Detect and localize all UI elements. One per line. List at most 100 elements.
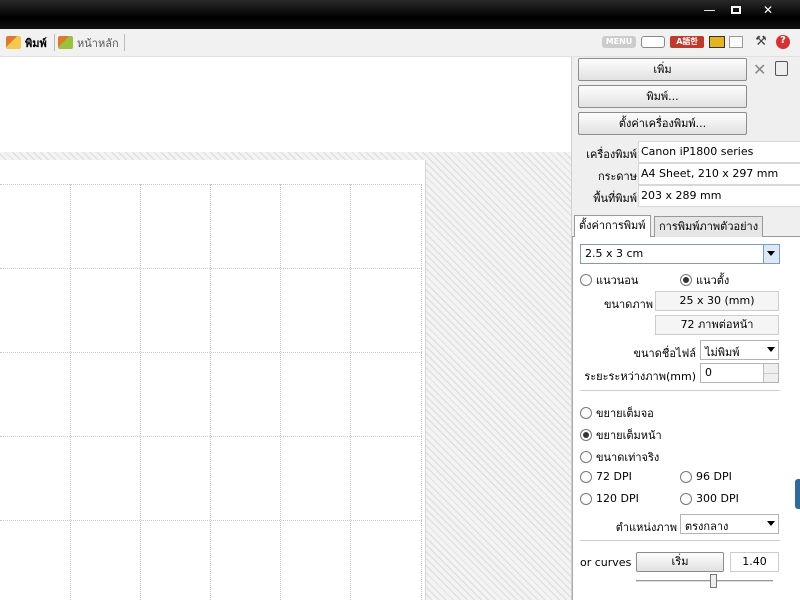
landscape-label: แนวนอน bbox=[596, 274, 639, 287]
curves-label: or curves bbox=[580, 556, 632, 569]
add-button[interactable]: เพิ่ม bbox=[578, 58, 747, 81]
fit-page-radio[interactable]: ขยายเต็มหน้า bbox=[580, 426, 662, 444]
chevron-down-icon bbox=[767, 347, 775, 352]
printer-icon bbox=[6, 36, 21, 49]
radio-dot bbox=[580, 451, 592, 463]
grid-line bbox=[0, 436, 422, 437]
dpi-120-radio[interactable]: 120 DPI bbox=[580, 492, 639, 505]
spacing-value: 0 bbox=[705, 366, 712, 379]
help-icon[interactable]: ? bbox=[776, 35, 790, 49]
filename-size-label: ขนาดชื่อไฟล์ bbox=[633, 347, 697, 360]
dropdown-button[interactable] bbox=[763, 245, 779, 263]
portrait-radio[interactable]: แนวตั้ง bbox=[680, 271, 729, 289]
spacing-label: ระยะระหว่างภาพ(mm) bbox=[584, 370, 696, 383]
printer-row: เครื่องพิมพ์ Canon iP1800 series bbox=[572, 141, 800, 163]
print-button[interactable]: พิมพ์... bbox=[578, 85, 747, 108]
tab-home-label: หน้าหลัก bbox=[77, 36, 119, 50]
fit-screen-radio[interactable]: ขยายเต็มจอ bbox=[580, 404, 654, 422]
grid-line bbox=[280, 184, 281, 600]
tab-print-settings[interactable]: ตั้งค่าการพิมพ์ bbox=[574, 215, 651, 237]
paper-row: กระดาษ A4 Sheet, 210 x 297 mm bbox=[572, 163, 800, 185]
dpi-96-radio[interactable]: 96 DPI bbox=[680, 470, 732, 483]
toolbar: พิมพ์ หน้าหลัก MENU A語한 ⚒ ? bbox=[0, 29, 800, 57]
tab-divider bbox=[124, 34, 125, 51]
grid-line bbox=[210, 184, 211, 600]
tab-print[interactable]: พิมพ์ bbox=[6, 33, 47, 52]
dpi-72-radio[interactable]: 72 DPI bbox=[580, 470, 632, 483]
slideshow-icon[interactable] bbox=[709, 36, 725, 48]
restore-icon bbox=[731, 6, 741, 14]
tab-home[interactable]: หน้าหลัก bbox=[58, 33, 119, 52]
paper-label: กระดาษ bbox=[597, 170, 637, 183]
dpi-72-label: 72 DPI bbox=[596, 470, 632, 483]
radio-dot-selected bbox=[680, 274, 692, 286]
window-toggle-button[interactable] bbox=[641, 36, 665, 48]
printer-label: เครื่องพิมพ์ bbox=[586, 148, 637, 161]
radio-dot bbox=[680, 492, 692, 505]
printer-setup-button[interactable]: ตั้งค่าเครื่องพิมพ์... bbox=[578, 112, 747, 135]
curves-slider-thumb[interactable] bbox=[710, 574, 717, 588]
print-area-label: พื้นที่พิมพ์ bbox=[593, 192, 637, 205]
position-select[interactable]: ตรงกลาง bbox=[680, 514, 779, 534]
app-edge-icon bbox=[795, 479, 800, 509]
grid-line bbox=[0, 184, 422, 185]
filename-size-value: ไม่พิมพ์ bbox=[705, 346, 740, 359]
trash-icon[interactable] bbox=[775, 61, 788, 76]
tab-print-label: พิมพ์ bbox=[25, 36, 47, 50]
print-area-value: 203 x 289 mm bbox=[638, 185, 800, 207]
paper-value: A4 Sheet, 210 x 297 mm bbox=[638, 163, 800, 185]
position-value: ตรงกลาง bbox=[685, 520, 729, 533]
dpi-120-label: 120 DPI bbox=[596, 492, 639, 505]
copy-icon[interactable] bbox=[729, 36, 743, 48]
dpi-300-radio[interactable]: 300 DPI bbox=[680, 492, 739, 505]
images-per-page-value: 72 ภาพต่อหน้า bbox=[655, 315, 779, 335]
restore-button[interactable] bbox=[724, 3, 748, 18]
dpi-96-label: 96 DPI bbox=[696, 470, 732, 483]
image-size-value: 25 x 30 (mm) bbox=[655, 291, 779, 311]
position-label: ตำแหน่งภาพ bbox=[615, 521, 677, 534]
language-button[interactable]: A語한 bbox=[670, 36, 704, 48]
grid-line bbox=[0, 352, 422, 353]
grid-line bbox=[350, 184, 351, 600]
image-size-select[interactable]: 2.5 x 3 cm bbox=[580, 244, 780, 264]
actual-size-radio[interactable]: ขนาดเท่าจริง bbox=[580, 448, 659, 466]
radio-dot-selected bbox=[580, 429, 592, 441]
print-settings-panel: เพิ่ม ✕ พิมพ์... ตั้งค่าเครื่องพิมพ์... … bbox=[571, 57, 800, 600]
spacing-stepper[interactable]: 0 bbox=[700, 363, 779, 383]
curves-value: 1.40 bbox=[730, 552, 779, 572]
image-size-label: ขนาดภาพ bbox=[603, 298, 653, 311]
print-settings-body: 2.5 x 3 cm แนวนอน แนวตั้ง ขนาดภาพ 25 x 3… bbox=[572, 237, 800, 600]
landscape-radio[interactable]: แนวนอน bbox=[580, 271, 638, 289]
tab-divider bbox=[54, 34, 55, 51]
window-titlebar: — ✕ bbox=[0, 0, 800, 29]
tools-icon[interactable]: ⚒ bbox=[755, 35, 767, 48]
printer-value: Canon iP1800 series bbox=[638, 141, 800, 163]
filename-size-select[interactable]: ไม่พิมพ์ bbox=[700, 340, 779, 360]
minimize-button[interactable]: — bbox=[697, 3, 722, 18]
spin-up-button[interactable] bbox=[763, 364, 778, 373]
dpi-300-label: 300 DPI bbox=[696, 492, 739, 505]
tab-preview-print[interactable]: การพิมพ์ภาพตัวอย่าง bbox=[654, 216, 764, 237]
divider bbox=[580, 540, 780, 541]
print-area-row: พื้นที่พิมพ์ 203 x 289 mm bbox=[572, 185, 800, 207]
menu-button[interactable]: MENU bbox=[602, 36, 636, 48]
radio-dot bbox=[580, 492, 592, 505]
spin-down-button[interactable] bbox=[763, 373, 778, 382]
close-button[interactable]: ✕ bbox=[751, 3, 785, 18]
curves-slider-track[interactable] bbox=[636, 580, 773, 583]
grid-line bbox=[0, 268, 422, 269]
home-icon bbox=[58, 36, 73, 49]
radio-dot bbox=[580, 274, 592, 286]
cross-icon[interactable]: ✕ bbox=[753, 60, 766, 79]
settings-tabs: ตั้งค่าการพิมพ์ การพิมพ์ภาพตัวอย่าง bbox=[572, 215, 800, 237]
chevron-down-icon bbox=[767, 251, 775, 256]
grid-line bbox=[0, 520, 422, 521]
preview-page bbox=[0, 160, 426, 600]
radio-dot bbox=[580, 407, 592, 419]
divider bbox=[580, 390, 780, 391]
start-button[interactable]: เริ่ม bbox=[636, 552, 724, 572]
grid-line bbox=[70, 184, 71, 600]
chevron-down-icon bbox=[767, 521, 775, 526]
fit-page-label: ขยายเต็มหน้า bbox=[596, 429, 662, 442]
actual-size-label: ขนาดเท่าจริง bbox=[596, 451, 660, 464]
